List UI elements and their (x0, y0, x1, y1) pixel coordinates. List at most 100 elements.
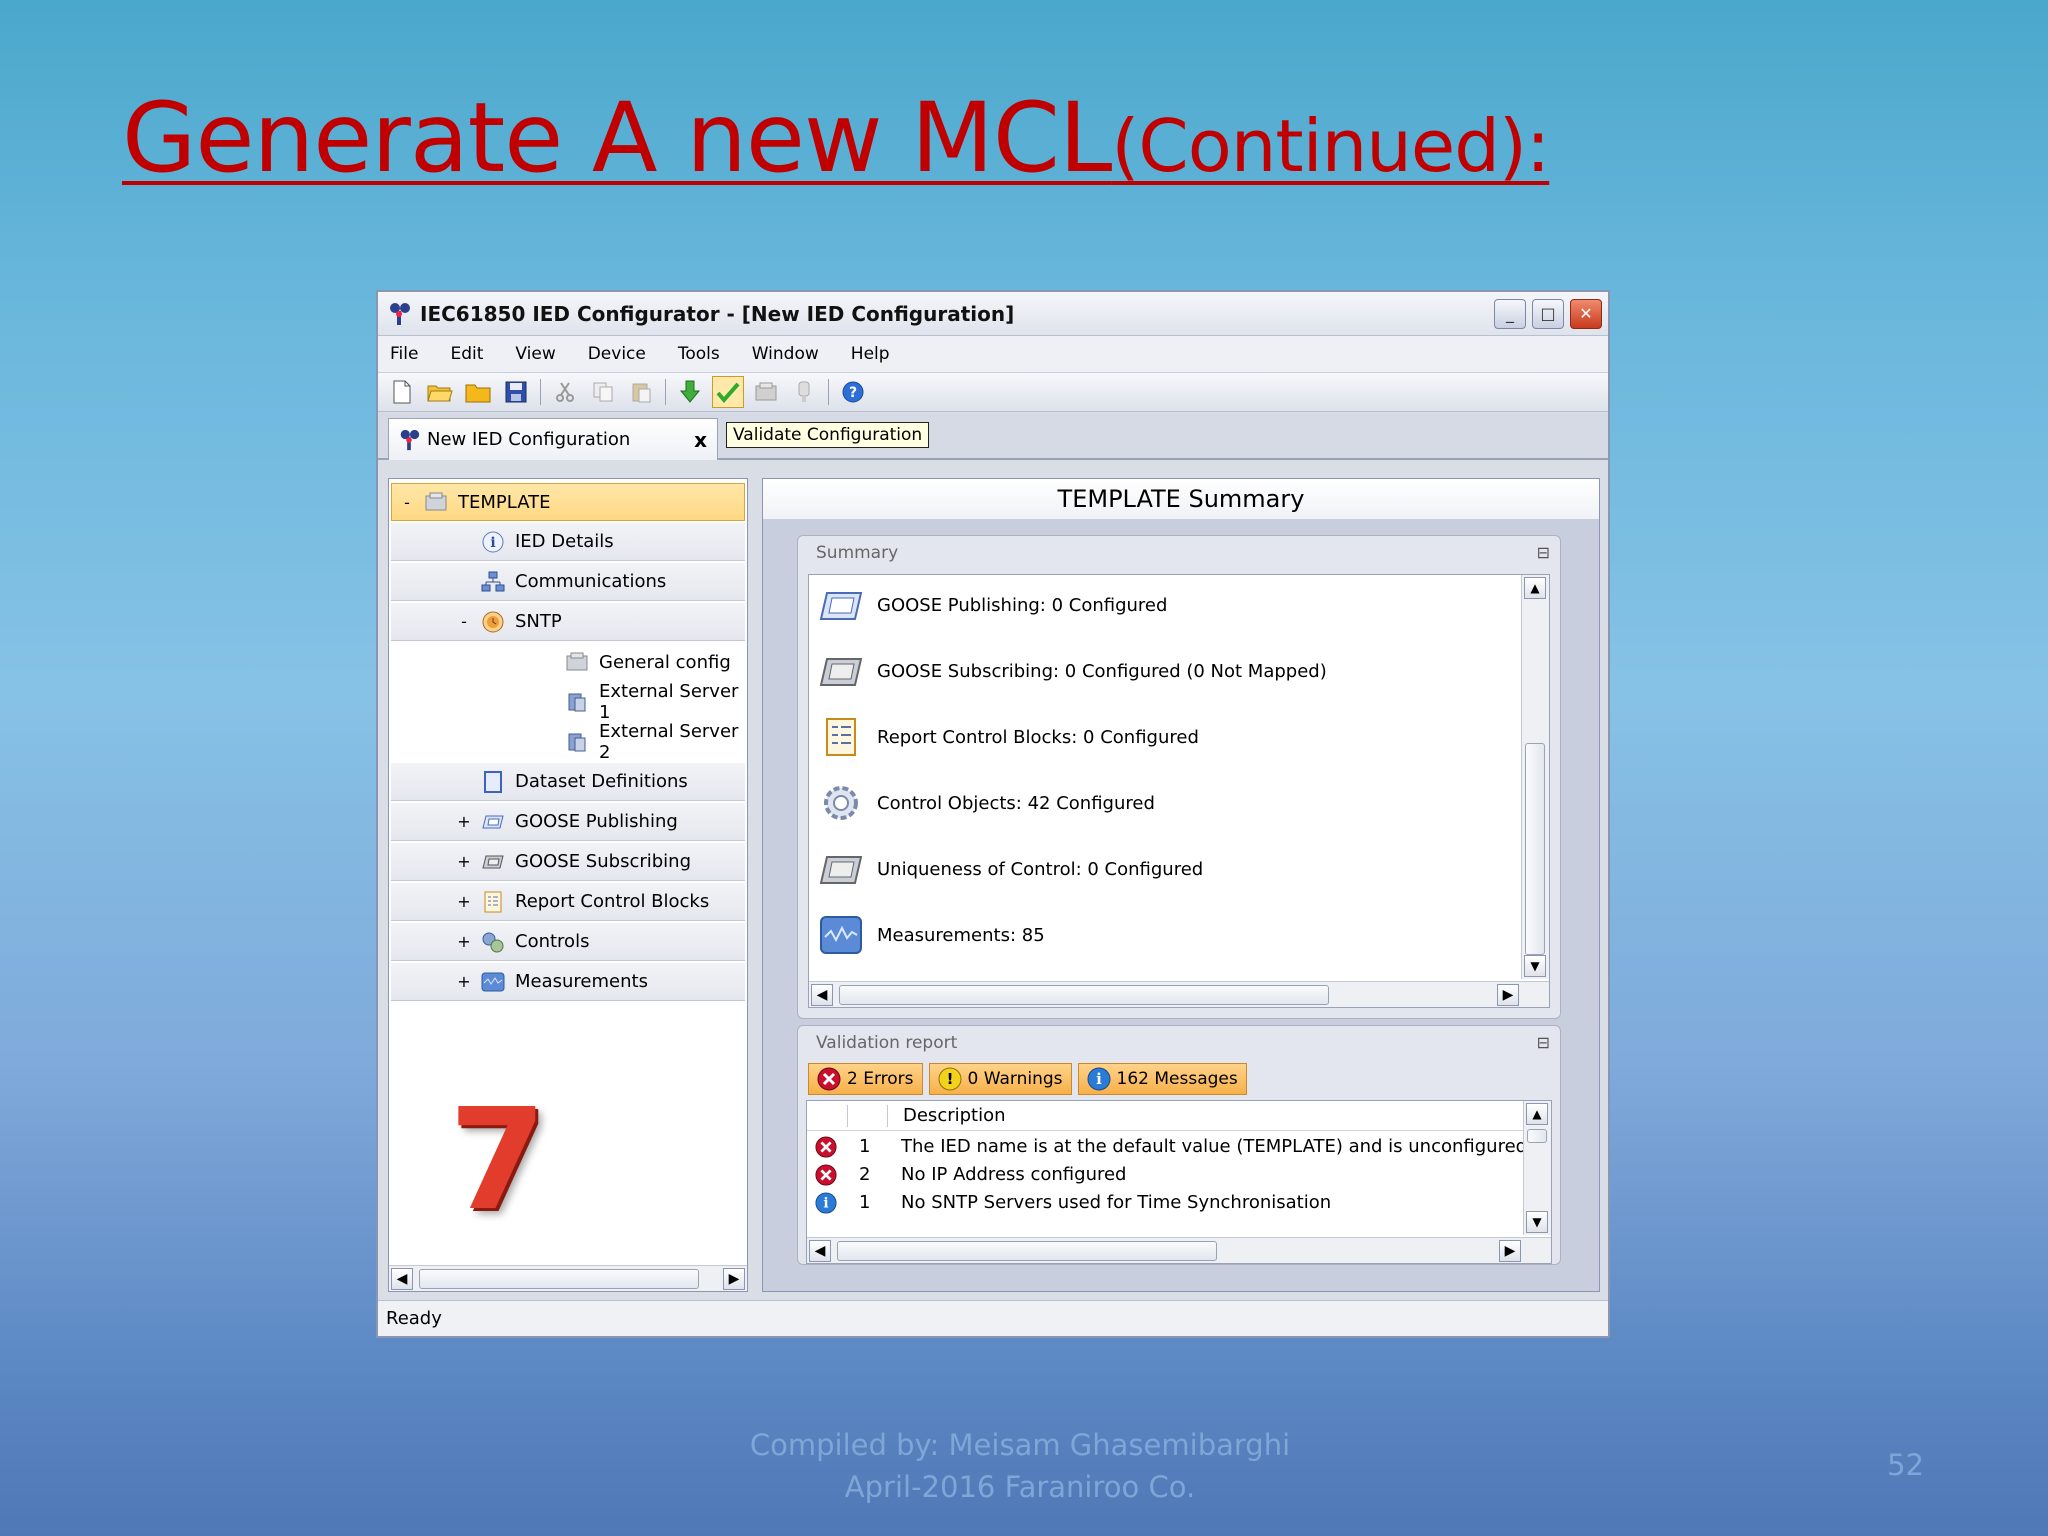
tree-expander[interactable]: + (457, 812, 471, 831)
tree-item-goose-publishing[interactable]: + GOOSE Publishing (391, 803, 745, 841)
tree-item-external-server-2[interactable]: External Server 2 (391, 721, 745, 763)
device-icon (755, 382, 777, 401)
open-button[interactable] (424, 376, 456, 408)
tree-expander[interactable]: + (457, 852, 471, 871)
messages-filter-button[interactable]: i 162 Messages (1077, 1063, 1247, 1095)
scrollbar-thumb[interactable] (1525, 743, 1545, 955)
tab-close-button[interactable]: x (694, 428, 707, 452)
validation-row[interactable]: 2 No IP Address configured (807, 1161, 1523, 1189)
tree-expander[interactable]: + (457, 972, 471, 991)
tree-expander[interactable]: - (457, 612, 471, 631)
scroll-right-arrow-icon[interactable]: ▶ (1499, 1240, 1521, 1262)
menu-view[interactable]: View (515, 344, 555, 364)
menu-bar: File Edit View Device Tools Window Help (378, 336, 1608, 372)
tree-item-general-config[interactable]: General config (391, 643, 745, 681)
validation-table: Description 1 The IED name is at the def… (806, 1100, 1552, 1264)
tab-new-ied-configuration[interactable]: New IED Configuration x (388, 418, 718, 460)
waveform-icon (820, 916, 862, 954)
new-file-button[interactable] (386, 376, 418, 408)
error-icon (817, 1067, 841, 1091)
tree-expander[interactable]: + (457, 892, 471, 911)
warnings-filter-button[interactable]: ! 0 Warnings (928, 1063, 1072, 1095)
step-number-annotation: 7 (449, 1079, 547, 1242)
scroll-up-arrow-icon[interactable]: ▲ (1524, 577, 1546, 599)
errors-filter-button[interactable]: 2 Errors (808, 1063, 923, 1095)
controls-icon (482, 932, 504, 952)
close-button[interactable]: ✕ (1570, 298, 1602, 329)
warnings-count-label: 0 Warnings (967, 1069, 1063, 1089)
minimize-button[interactable]: _ (1494, 298, 1526, 329)
validation-row[interactable]: 1 The IED name is at the default value (… (807, 1133, 1527, 1161)
tree-item-dataset-definitions[interactable]: Dataset Definitions (391, 763, 745, 801)
validation-filter-bar: 2 Errors ! 0 Warnings i 162 Messages (806, 1060, 1552, 1098)
validation-row[interactable]: i 1 No SNTP Servers used for Time Synchr… (807, 1189, 1523, 1217)
scrollbar-thumb[interactable] (419, 1269, 699, 1289)
scroll-left-arrow-icon[interactable]: ◀ (811, 984, 833, 1006)
tree-item-external-server-1[interactable]: External Server 1 (391, 681, 745, 723)
validate-button[interactable] (712, 376, 744, 408)
collapse-icon[interactable]: ⊟ (1537, 536, 1550, 570)
scroll-up-arrow-icon[interactable]: ▲ (1526, 1103, 1548, 1125)
scrollbar-thumb[interactable] (1527, 1129, 1547, 1143)
slide-title: Generate A new MCL(Continued): (122, 82, 1550, 194)
tree-item-report-control-blocks[interactable]: + Report Control Blocks (391, 883, 745, 921)
validation-vertical-scrollbar[interactable]: ▲ ▼ (1523, 1101, 1551, 1235)
summary-row-goose-subscribing: GOOSE Subscribing: 0 Configured (0 Not M… (819, 647, 1327, 695)
scrollbar-thumb[interactable] (839, 985, 1329, 1005)
scroll-left-arrow-icon[interactable]: ◀ (809, 1240, 831, 1262)
menu-tools[interactable]: Tools (678, 344, 720, 364)
scroll-right-arrow-icon[interactable]: ▶ (723, 1268, 745, 1290)
save-button[interactable] (500, 376, 532, 408)
validation-row-description: No IP Address configured (901, 1164, 1127, 1185)
scroll-right-arrow-icon[interactable]: ▶ (1497, 984, 1519, 1006)
summary-list: GOOSE Publishing: 0 Configured GOOSE Sub… (808, 574, 1550, 1008)
server-small-icon (568, 693, 586, 712)
gear-icon (824, 786, 858, 820)
tree-horizontal-scrollbar[interactable]: ◀ ▶ (389, 1265, 747, 1291)
device-button[interactable] (750, 376, 782, 408)
scroll-down-arrow-icon[interactable]: ▼ (1526, 1211, 1548, 1233)
svg-text:i: i (490, 535, 495, 551)
summary-panel: TEMPLATE Summary Summary ⊟ GOOSE Publish… (762, 478, 1600, 1292)
svg-text:i: i (823, 1196, 828, 1212)
maximize-button[interactable]: □ (1532, 298, 1564, 329)
copy-button[interactable] (587, 376, 619, 408)
folder-button[interactable] (462, 376, 494, 408)
tree-item-sntp[interactable]: - SNTP (391, 603, 745, 641)
tree-item-measurements[interactable]: + Measurements (391, 963, 745, 1001)
menu-help[interactable]: Help (851, 344, 890, 364)
document-tabstrip: New IED Configuration x Validate Configu… (378, 412, 1608, 460)
tree-item-goose-subscribing[interactable]: + GOOSE Subscribing (391, 843, 745, 881)
tree-item-controls[interactable]: + Controls (391, 923, 745, 961)
menu-device[interactable]: Device (588, 344, 646, 364)
menu-edit[interactable]: Edit (450, 344, 483, 364)
menu-window[interactable]: Window (752, 344, 819, 364)
validation-horizontal-scrollbar[interactable]: ◀ ▶ (807, 1237, 1551, 1263)
column-header-description[interactable]: Description (903, 1105, 1006, 1126)
toolbar-separator (828, 379, 829, 405)
summary-vertical-scrollbar[interactable]: ▲ ▼ (1521, 575, 1549, 979)
summary-row-text: GOOSE Publishing: 0 Configured (877, 594, 1168, 616)
collapse-icon[interactable]: ⊟ (1537, 1026, 1550, 1060)
cut-button[interactable] (549, 376, 581, 408)
tree-item-template[interactable]: - TEMPLATE (391, 483, 745, 521)
menu-file[interactable]: File (390, 344, 418, 364)
scrollbar-thumb[interactable] (837, 1241, 1217, 1261)
tree-item-communications[interactable]: Communications (391, 563, 745, 601)
tree-expander[interactable]: - (400, 493, 414, 512)
device-secondary-button[interactable] (788, 376, 820, 408)
summary-row-text: Measurements: 85 (877, 924, 1045, 946)
download-button[interactable] (674, 376, 706, 408)
tree-expander[interactable]: + (457, 932, 471, 951)
measurements-icon (481, 972, 505, 991)
help-icon: ? (842, 381, 864, 403)
slide-title-suffix: (Continued): (1111, 104, 1550, 188)
scroll-left-arrow-icon[interactable]: ◀ (391, 1268, 413, 1290)
help-button[interactable]: ? (837, 376, 869, 408)
scroll-down-arrow-icon[interactable]: ▼ (1524, 955, 1546, 977)
tree-item-ied-details[interactable]: i IED Details (391, 523, 745, 561)
summary-horizontal-scrollbar[interactable]: ◀ ▶ (809, 981, 1549, 1007)
tree-item-label: IED Details (515, 531, 614, 552)
svg-text:i: i (1096, 1070, 1102, 1088)
paste-button[interactable] (625, 376, 657, 408)
